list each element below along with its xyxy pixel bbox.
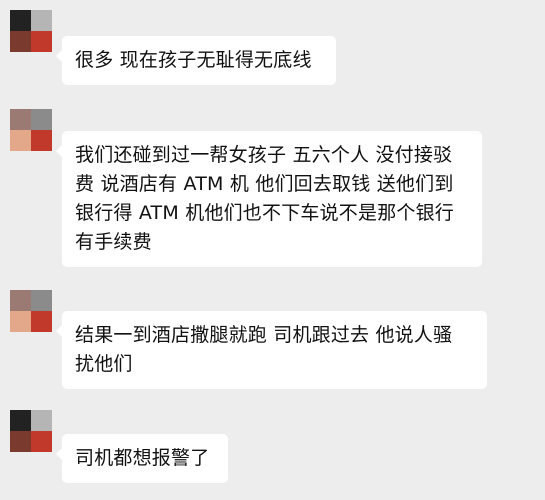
message-text: 费 说酒店有 ATM 机 他们回去取钱 送他们到	[75, 173, 454, 195]
avatar-pixel	[31, 431, 52, 452]
chat-conversation: 很多 现在孩子无耻得无底线 我们还碰到过一帮女孩子 五六个人 没付接驳 费 说酒…	[0, 0, 545, 500]
avatar[interactable]	[10, 109, 52, 151]
avatar-pixel	[10, 109, 31, 130]
message-text: 结果一到酒店撒腿就跑 司机跟过去 他说人骚	[75, 324, 453, 346]
avatar-pixel	[10, 31, 31, 52]
message-text: 银行得 ATM 机他们也不下车说不是那个银行	[75, 202, 455, 224]
avatar-pixel	[10, 10, 31, 31]
message-text: 扰他们	[75, 353, 133, 375]
avatar[interactable]	[10, 410, 52, 452]
avatar-pixel	[10, 410, 31, 431]
avatar[interactable]	[10, 10, 52, 52]
avatar-pixel	[31, 10, 52, 31]
message-bubble[interactable]: 司机都想报警了	[56, 434, 228, 483]
avatar[interactable]	[10, 290, 52, 332]
message-text: 很多 现在孩子无耻得无底线	[75, 49, 312, 71]
message-text: 我们还碰到过一帮女孩子 五六个人 没付接驳	[75, 144, 453, 166]
message-text: 有手续费	[75, 231, 152, 253]
message-bubble[interactable]: 很多 现在孩子无耻得无底线	[56, 36, 336, 85]
avatar-pixel	[31, 410, 52, 431]
message-bubble[interactable]: 结果一到酒店撒腿就跑 司机跟过去 他说人骚 扰他们	[56, 311, 487, 389]
avatar-pixel	[31, 31, 52, 52]
avatar-pixel	[31, 130, 52, 151]
avatar-pixel	[10, 431, 31, 452]
message-bubble[interactable]: 我们还碰到过一帮女孩子 五六个人 没付接驳 费 说酒店有 ATM 机 他们回去取…	[56, 131, 482, 267]
avatar-pixel	[31, 311, 52, 332]
avatar-pixel	[10, 311, 31, 332]
avatar-pixel	[31, 109, 52, 130]
avatar-pixel	[10, 130, 31, 151]
avatar-pixel	[31, 290, 52, 311]
message-text: 司机都想报警了	[75, 447, 210, 469]
avatar-pixel	[10, 290, 31, 311]
